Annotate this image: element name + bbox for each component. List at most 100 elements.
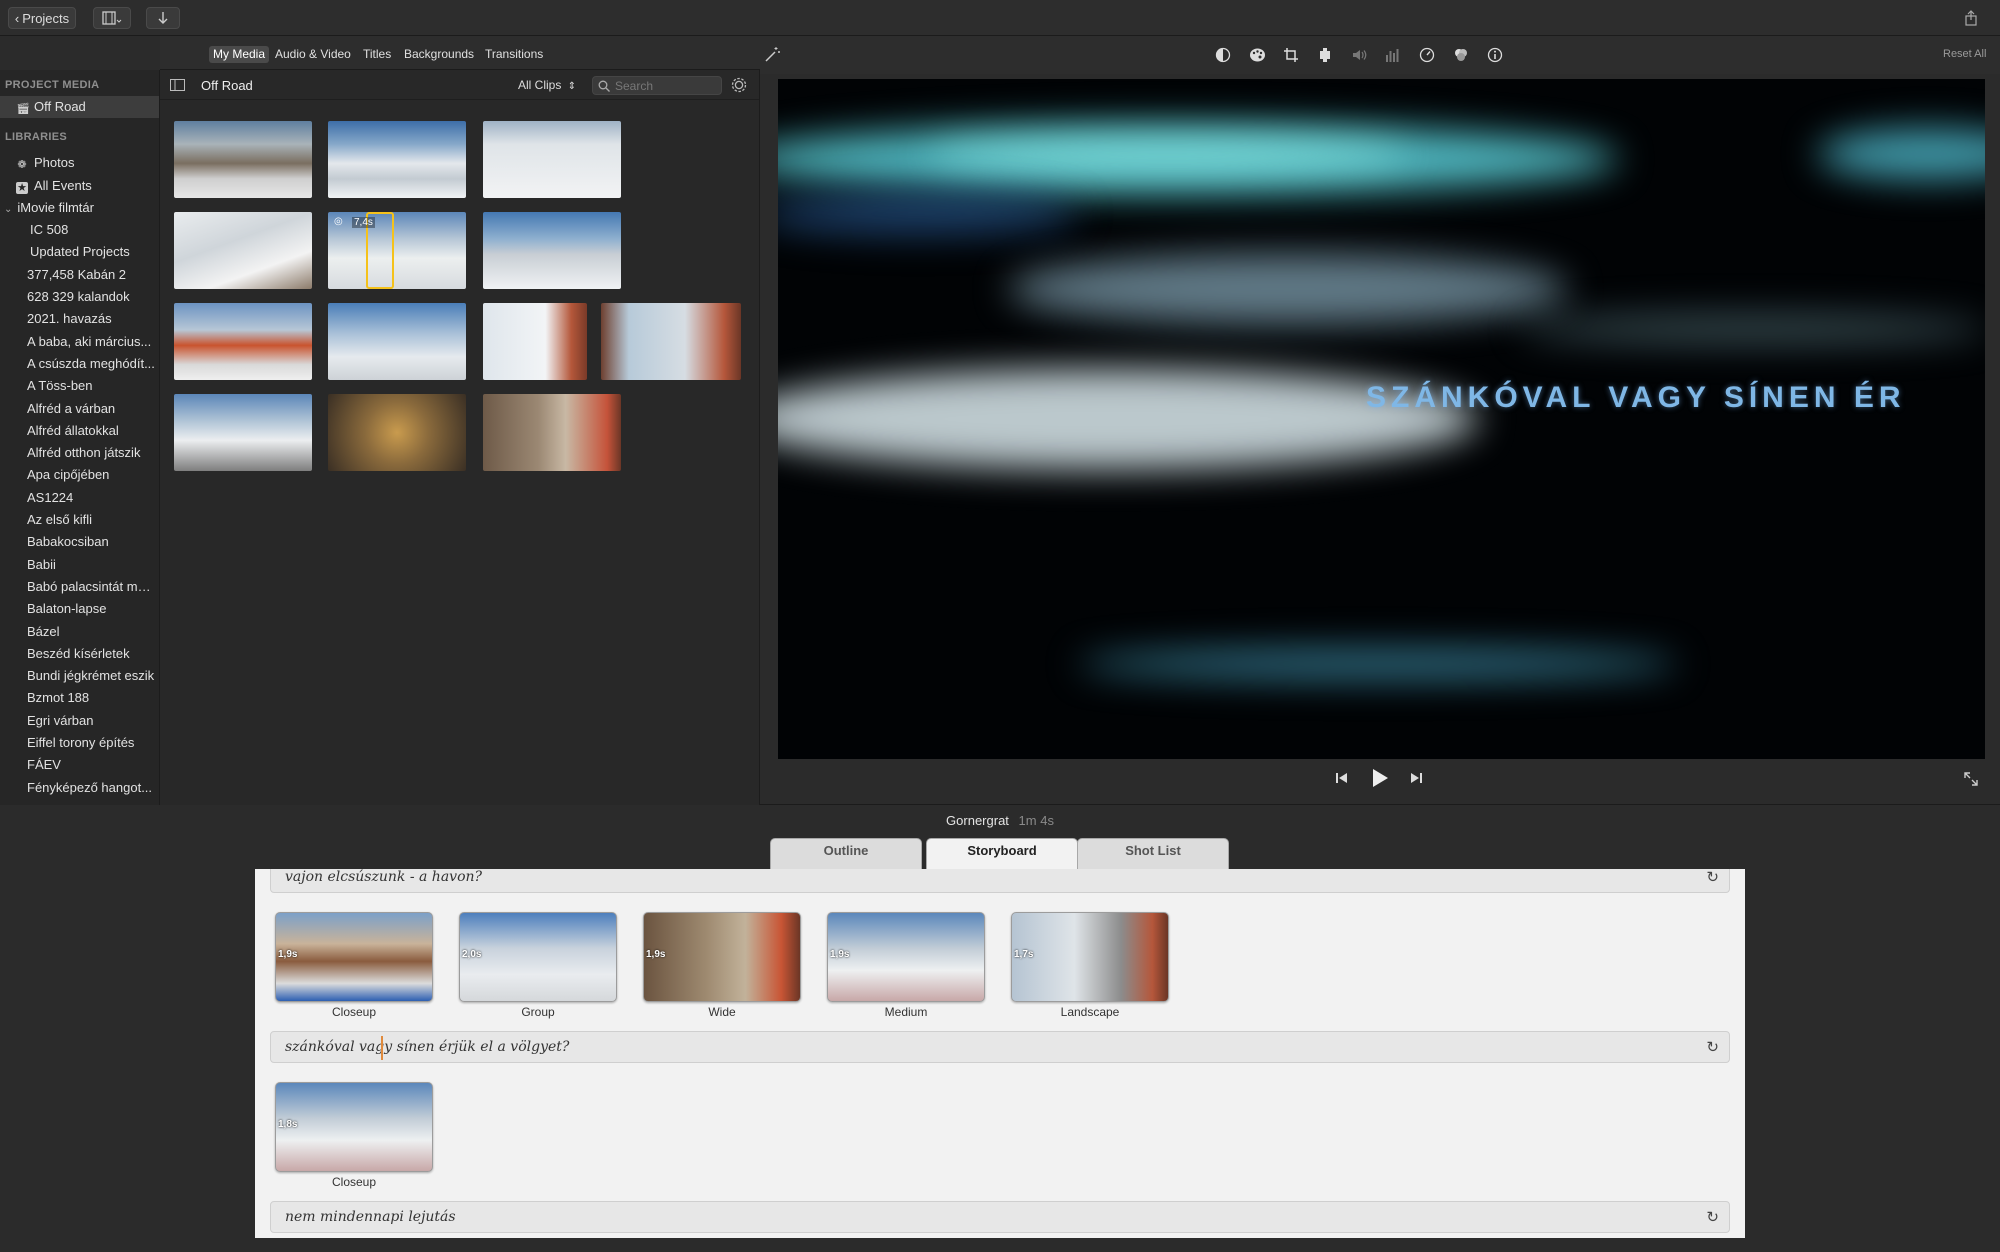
- sidebar-event-item[interactable]: 2021. havazás: [0, 308, 159, 330]
- media-thumbnail[interactable]: [483, 121, 621, 198]
- media-thumbnail[interactable]: [174, 212, 312, 289]
- projects-button[interactable]: ‹ Projects: [8, 7, 76, 29]
- reset-all-button[interactable]: Reset All: [1943, 48, 1986, 60]
- sidebar-event-item[interactable]: Egri várban: [0, 710, 159, 732]
- media-thumbnail[interactable]: [483, 303, 587, 380]
- media-thumbnail[interactable]: [328, 121, 466, 198]
- sidebar-event-item[interactable]: Alfréd a várban: [0, 398, 159, 420]
- skip-back-button[interactable]: [1335, 771, 1349, 790]
- sidebar-event-item[interactable]: Eiffel torony építés: [0, 732, 159, 754]
- palette-icon[interactable]: [1247, 45, 1267, 65]
- sidebar-item-photos[interactable]: ❁ Photos: [0, 152, 159, 174]
- clip-thumbnail[interactable]: 2,0s: [459, 912, 617, 1002]
- sidebar-event-item[interactable]: Az első kifli: [0, 509, 159, 531]
- sidebar-event-item[interactable]: Babii: [0, 554, 159, 576]
- sidebar-event-item[interactable]: Babakocsiban: [0, 531, 159, 553]
- reset-icon[interactable]: ↻: [1706, 1202, 1719, 1232]
- sidebar-event-item[interactable]: Bundi jégkrémet eszik: [0, 665, 159, 687]
- clip-duration: 1,9s: [646, 949, 666, 960]
- media-thumbnail[interactable]: [328, 394, 466, 471]
- sidebar-event-item[interactable]: FÁEV: [0, 754, 159, 776]
- info-icon[interactable]: [1485, 45, 1505, 65]
- speedometer-icon[interactable]: [1417, 45, 1437, 65]
- sidebar-event-item[interactable]: AS1224: [0, 487, 159, 509]
- sidebar-event-item[interactable]: Alfréd otthon játszik: [0, 442, 159, 464]
- reset-icon[interactable]: ↻: [1706, 869, 1719, 892]
- clip-filter-select[interactable]: All Clips ⇕: [518, 78, 576, 92]
- clip-thumbnail[interactable]: 1,8s: [275, 1082, 433, 1172]
- sidebar-event-item[interactable]: Bzmot 188: [0, 687, 159, 709]
- media-thumbnail[interactable]: [174, 394, 312, 471]
- sidebar-event-item[interactable]: Apa cipőjében: [0, 464, 159, 486]
- reset-icon[interactable]: ↻: [1706, 1032, 1719, 1062]
- storyboard-clip[interactable]: 1,9s Medium: [827, 912, 985, 1019]
- sidebar-event-item[interactable]: 628 329 kalandok: [0, 286, 159, 308]
- magic-wand-icon[interactable]: [762, 45, 782, 65]
- tab-my-media[interactable]: My Media: [209, 46, 270, 63]
- crop-icon[interactable]: [1281, 45, 1301, 65]
- storyboard-clip[interactable]: 1,9s Closeup: [275, 912, 433, 1019]
- stabilization-camera-icon[interactable]: [1315, 45, 1335, 65]
- tab-storyboard[interactable]: Storyboard: [926, 838, 1078, 870]
- volume-icon[interactable]: [1349, 45, 1369, 65]
- sidebar-event-item[interactable]: A Töss-ben: [0, 375, 159, 397]
- section-title-text: nem mindennapi lejutás: [285, 1209, 456, 1225]
- browser-header: Off Road All Clips ⇕ Search: [160, 70, 759, 100]
- tab-shot-list[interactable]: Shot List: [1077, 838, 1229, 869]
- sidebar-item-all-events[interactable]: ★ All Events: [0, 175, 159, 197]
- play-button[interactable]: [1371, 768, 1389, 793]
- sidebar-event-item[interactable]: IC 508: [0, 219, 159, 241]
- sidebar-event-item[interactable]: Bázel: [0, 621, 159, 643]
- sidebar-event-item[interactable]: A baba, aki március...: [0, 331, 159, 353]
- section-title-box[interactable]: vajon elcsúszunk - a havon? ↻: [270, 869, 1730, 893]
- tab-backgrounds[interactable]: Backgrounds: [400, 46, 478, 63]
- equalizer-icon[interactable]: [1383, 45, 1403, 65]
- media-thumbnail[interactable]: [174, 121, 312, 198]
- clip-thumbnail[interactable]: 1,9s: [275, 912, 433, 1002]
- sidebar-event-item[interactable]: 377,458 Kabán 2: [0, 264, 159, 286]
- skip-forward-button[interactable]: [1409, 771, 1423, 790]
- clip-thumbnail[interactable]: 1,7s: [1011, 912, 1169, 1002]
- section-title-box[interactable]: szánkóval vagy sínen érjük el a völgyet?…: [270, 1031, 1730, 1063]
- sidebar-item-off-road[interactable]: 🎬︎ Off Road: [0, 96, 159, 119]
- storyboard-clip[interactable]: 1,9s Wide: [643, 912, 801, 1019]
- media-thumbnail[interactable]: [601, 303, 741, 380]
- search-field[interactable]: Search: [592, 76, 722, 95]
- video-preview[interactable]: SZÁNKÓVAL VAGY SÍNEN ÉR: [778, 79, 1985, 759]
- sidebar-event-item[interactable]: Balaton-lapse: [0, 598, 159, 620]
- light-streak: [1008, 254, 1568, 324]
- media-thumbnail-selected[interactable]: 7,4s ◎: [328, 212, 466, 289]
- sidebar-item-library[interactable]: ⌄ iMovie filmtár: [0, 197, 159, 219]
- section-title-text: vajon elcsúszunk - a havon?: [285, 869, 483, 885]
- clip-thumbnail[interactable]: 1,9s: [643, 912, 801, 1002]
- media-thumbnail[interactable]: [328, 303, 466, 380]
- gear-icon[interactable]: [730, 76, 748, 94]
- media-view-button[interactable]: [93, 7, 131, 29]
- share-button[interactable]: [1956, 7, 1986, 29]
- import-button[interactable]: [146, 7, 180, 29]
- bottom-strip: [0, 1238, 2000, 1252]
- media-thumbnail[interactable]: [174, 303, 312, 380]
- libraries-header: LIBRARIES: [5, 131, 67, 144]
- tab-titles[interactable]: Titles: [359, 46, 395, 63]
- storyboard-clip[interactable]: 1,8s Closeup: [275, 1082, 433, 1189]
- sidebar-event-item[interactable]: Updated Projects: [0, 241, 159, 263]
- storyboard-clip[interactable]: 2,0s Group: [459, 912, 617, 1019]
- sidebar-toggle-icon[interactable]: [170, 79, 185, 91]
- sidebar-event-item[interactable]: Alfréd állatokkal: [0, 420, 159, 442]
- tab-audio-video[interactable]: Audio & Video: [271, 46, 355, 63]
- sidebar-event-item[interactable]: Babó palacsintát ma...: [0, 576, 159, 598]
- storyboard-clip[interactable]: 1,7s Landscape: [1011, 912, 1169, 1019]
- section-title-box[interactable]: nem mindennapi lejutás ↻: [270, 1201, 1730, 1233]
- media-thumbnail[interactable]: [483, 394, 621, 471]
- tab-transitions[interactable]: Transitions: [481, 46, 547, 63]
- sidebar-event-item[interactable]: Fényképező hangot...: [0, 777, 159, 799]
- sidebar-event-item[interactable]: A csúszda meghódít...: [0, 353, 159, 375]
- clip-thumbnail[interactable]: 1,9s: [827, 912, 985, 1002]
- fullscreen-button[interactable]: [1963, 771, 1979, 792]
- media-thumbnail[interactable]: [483, 212, 621, 289]
- tab-outline[interactable]: Outline: [770, 838, 922, 869]
- color-balance-icon[interactable]: [1213, 45, 1233, 65]
- filter-circles-icon[interactable]: [1451, 45, 1471, 65]
- sidebar-event-item[interactable]: Beszéd kísérletek: [0, 643, 159, 665]
